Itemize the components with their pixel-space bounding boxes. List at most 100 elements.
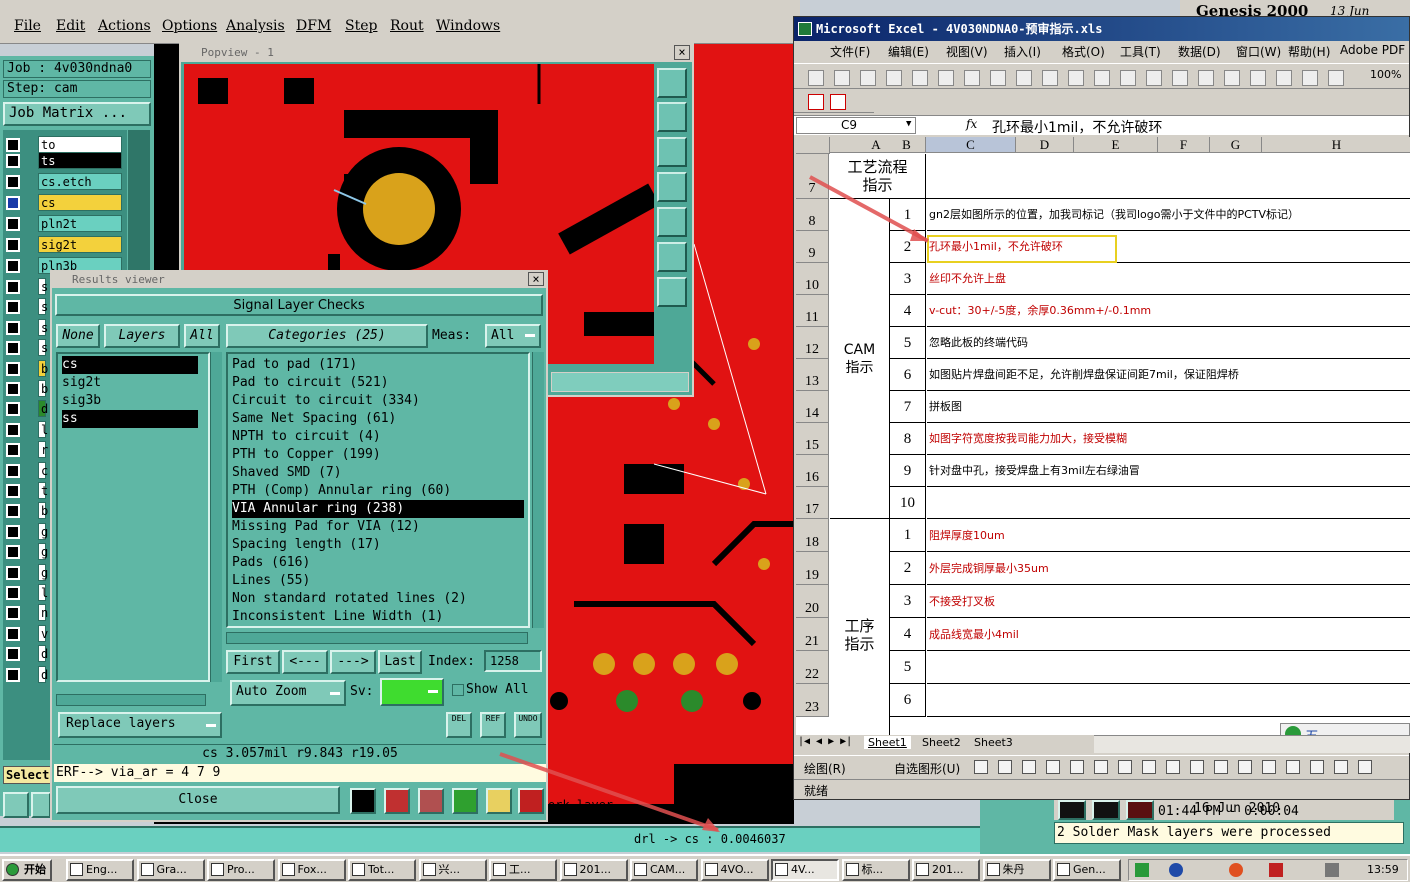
draw-menu[interactable]: 绘图(R): [804, 760, 846, 777]
zhudan-task[interactable]: 朱丹: [982, 859, 1051, 881]
close-button[interactable]: Close: [56, 786, 340, 814]
layer-toggle[interactable]: [6, 463, 20, 478]
undo-button[interactable]: UNDO: [514, 712, 542, 738]
open-icon[interactable]: [834, 70, 850, 86]
replace-layers-select[interactable]: Replace layers: [58, 712, 222, 738]
formula-input[interactable]: 孔环最小1mil，不允许破环: [992, 117, 1162, 137]
horizontal-scrollbar[interactable]: [1094, 735, 1410, 753]
popview-title-bar[interactable]: Popview - 1 ×: [181, 44, 692, 62]
drawing-icon[interactable]: [1328, 70, 1344, 86]
excel-menu-item[interactable]: 数据(D): [1178, 43, 1221, 60]
layer-row-stub[interactable]: g: [6, 563, 48, 582]
excel-menu-item[interactable]: 帮助(H): [1288, 43, 1330, 60]
excel-201-task[interactable]: 201...: [559, 859, 628, 881]
arrow-icon[interactable]: [1022, 760, 1036, 774]
chart-icon[interactable]: [1302, 70, 1318, 86]
layer-list-scrollbar[interactable]: [210, 352, 222, 682]
layer-row-stub[interactable]: l: [6, 420, 48, 439]
prev-button[interactable]: <---: [282, 650, 328, 674]
layer-toggle[interactable]: [6, 175, 20, 189]
oval-icon[interactable]: [1070, 760, 1084, 774]
ime-tray-icon[interactable]: [1135, 863, 1149, 877]
sort-desc-icon[interactable]: [1276, 70, 1292, 86]
help-tray-icon[interactable]: [1169, 863, 1183, 877]
layer-row-stub[interactable]: d: [6, 400, 48, 418]
category-item[interactable]: Inconsistent Line Width (1): [232, 608, 524, 626]
layer-toggle[interactable]: [6, 422, 20, 437]
4vo-task[interactable]: 4VO...: [700, 859, 769, 881]
all-layers-button[interactable]: All: [184, 324, 220, 348]
layer-toggle[interactable]: [6, 626, 20, 641]
layer-row-stub[interactable]: s: [6, 318, 48, 337]
layer-row-stub[interactable]: t: [6, 482, 48, 500]
layer-toggle[interactable]: [6, 154, 20, 168]
ref-button[interactable]: REF: [480, 712, 506, 738]
font-color-icon[interactable]: [1262, 760, 1276, 774]
excel-menu-item[interactable]: 格式(O): [1062, 43, 1105, 60]
category-item[interactable]: Lines (55): [232, 572, 524, 590]
job-matrix-button[interactable]: Job Matrix ...: [3, 102, 151, 126]
layer-row-stub[interactable]: n: [6, 604, 48, 622]
volume-tray-icon[interactable]: [1325, 863, 1339, 877]
excel-menu-item[interactable]: Adobe PDF: [1340, 43, 1405, 57]
copy-icon[interactable]: [1068, 70, 1084, 86]
layer-toggle[interactable]: [6, 382, 20, 396]
highlight-icon[interactable]: [452, 788, 478, 814]
genesis-task[interactable]: Gen...: [1053, 859, 1121, 881]
categories-scrollbar[interactable]: [532, 352, 544, 628]
pdf-mail-icon[interactable]: [830, 94, 846, 110]
excel-menu-item[interactable]: 文件(F): [830, 43, 870, 60]
clear-icon[interactable]: [418, 788, 444, 814]
wordart-icon[interactable]: [1118, 760, 1132, 774]
layer-toggle[interactable]: [6, 606, 20, 621]
popview-fit-icon[interactable]: [657, 242, 687, 272]
xing-task[interactable]: 兴...: [418, 859, 487, 881]
report-icon[interactable]: [384, 788, 410, 814]
select-label[interactable]: Select: [3, 766, 51, 784]
menu-step[interactable]: Step: [345, 18, 377, 34]
shadow-icon[interactable]: [1334, 760, 1348, 774]
category-item[interactable]: Pad to pad (171): [232, 356, 524, 374]
layer-row-ts[interactable]: ts: [6, 152, 126, 170]
picture-icon[interactable]: [1190, 760, 1204, 774]
spreadsheet-grid[interactable]: A B C D E F G H 7 工艺流程 指示 CAM 指示 8 1 gn2层如…: [796, 137, 1410, 749]
layer-row-stub[interactable]: g: [6, 543, 48, 561]
layer-toggle[interactable]: [6, 341, 20, 356]
excel-menu-item[interactable]: 工具(T): [1120, 43, 1161, 60]
rectangle-icon[interactable]: [1046, 760, 1060, 774]
sheet-tab-1[interactable]: Sheet1: [864, 736, 911, 749]
layer-row-cs[interactable]: cs: [6, 194, 126, 212]
sheet-tab-2[interactable]: Sheet2: [918, 736, 965, 749]
category-item[interactable]: Pads (616): [232, 554, 524, 572]
results-close-button[interactable]: ×: [528, 272, 544, 286]
layers-button[interactable]: Layers: [104, 324, 180, 348]
close-tray-icon[interactable]: [1269, 863, 1283, 877]
layer-row-stub[interactable]: d: [6, 645, 48, 663]
standard-task[interactable]: 标...: [841, 859, 910, 881]
layer-list-item[interactable]: cs: [62, 356, 198, 374]
excel-title-bar[interactable]: Microsoft Excel - 4V030NDNA0-预审指示.xls: [794, 17, 1409, 41]
name-box-dropdown-icon[interactable]: ▼: [906, 119, 911, 129]
total-commander-task[interactable]: Tot...: [348, 859, 416, 881]
categories-button[interactable]: Categories (25): [226, 324, 428, 348]
layer-toggle[interactable]: [6, 647, 20, 662]
category-item[interactable]: NPTH to circuit (4): [232, 428, 524, 446]
category-item[interactable]: Missing Pad for VIA (12): [232, 518, 524, 536]
menu-dfm[interactable]: DFM: [296, 18, 331, 34]
menu-file[interactable]: File: [14, 18, 41, 34]
menu-analysis[interactable]: Analysis: [226, 18, 285, 34]
category-item[interactable]: Spacing length (17): [232, 536, 524, 554]
layer-row-stub[interactable]: l: [6, 584, 48, 602]
layer-row-stub[interactable]: s: [6, 339, 48, 357]
category-item[interactable]: Pad to circuit (521): [232, 374, 524, 392]
layer-toggle[interactable]: [6, 217, 20, 231]
layer-toggle[interactable]: [6, 667, 20, 682]
save-icon[interactable]: [860, 70, 876, 86]
script-icon[interactable]: [1058, 800, 1086, 820]
category-item[interactable]: Non standard rotated lines (2): [232, 590, 524, 608]
layer-toggle[interactable]: [6, 320, 20, 335]
layer-row-stub[interactable]: b: [6, 359, 48, 378]
category-item[interactable]: PTH (Comp) Annular ring (60): [232, 482, 524, 500]
layer-toggle[interactable]: [6, 565, 20, 580]
excel-menu-item[interactable]: 编辑(E): [888, 43, 929, 60]
